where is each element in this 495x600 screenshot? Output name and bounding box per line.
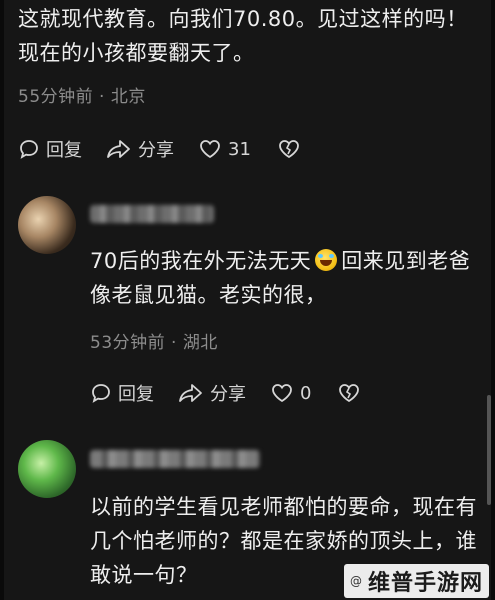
username-blurred[interactable] <box>90 205 214 223</box>
share-button[interactable]: 分享 <box>178 380 246 406</box>
share-label: 分享 <box>138 140 174 161</box>
comment-text: 这就现代教育。向我们70.80。见过这样的吗！现在的小孩都要翻天了。 <box>18 7 468 65</box>
comment-meta: 55分钟前 · 北京 <box>18 87 146 107</box>
watermark-logo-text: 维普手游网 <box>367 571 483 596</box>
share-label: 分享 <box>210 384 246 405</box>
dislike-button[interactable] <box>337 382 361 404</box>
reply-bubble-icon <box>92 384 110 403</box>
like-button[interactable]: 31 <box>198 138 251 160</box>
like-count: 0 <box>300 382 312 404</box>
reply-text-part1: 70后的我在外无法无天 <box>90 249 312 273</box>
avatar[interactable] <box>18 440 76 498</box>
heart-icon <box>200 140 220 159</box>
heart-icon <box>272 384 292 403</box>
reply-label: 回复 <box>46 140 82 161</box>
reply-meta: 53分钟前 · 湖北 <box>90 333 218 353</box>
reply-actions: 回复 分享 0 <box>90 380 361 406</box>
avatar[interactable] <box>18 196 76 254</box>
reply-label: 回复 <box>118 384 154 405</box>
comment-actions: 回复 分享 31 <box>18 136 301 162</box>
like-count: 31 <box>228 138 251 160</box>
reply-bubble-icon <box>20 140 38 159</box>
username-blurred[interactable] <box>90 450 260 468</box>
scrollbar[interactable] <box>487 395 491 505</box>
dislike-button[interactable] <box>277 138 301 160</box>
rolling-on-floor-laughing-emoji <box>315 249 338 271</box>
broken-heart-icon <box>339 384 360 403</box>
watermark: @ 维普手游网 <box>343 564 489 598</box>
like-button[interactable]: 0 <box>270 382 311 404</box>
watermark-handle: @ <box>349 574 362 588</box>
reply-button[interactable]: 回复 <box>18 136 82 162</box>
share-arrow-icon <box>107 140 130 158</box>
share-button[interactable]: 分享 <box>106 136 174 162</box>
share-arrow-icon <box>179 384 202 402</box>
reply-button[interactable]: 回复 <box>90 380 154 406</box>
broken-heart-icon <box>279 140 299 159</box>
reply-text: 70后的我在外无法无天 回来见到老爸像老鼠见猫。老实的很， <box>90 244 480 312</box>
